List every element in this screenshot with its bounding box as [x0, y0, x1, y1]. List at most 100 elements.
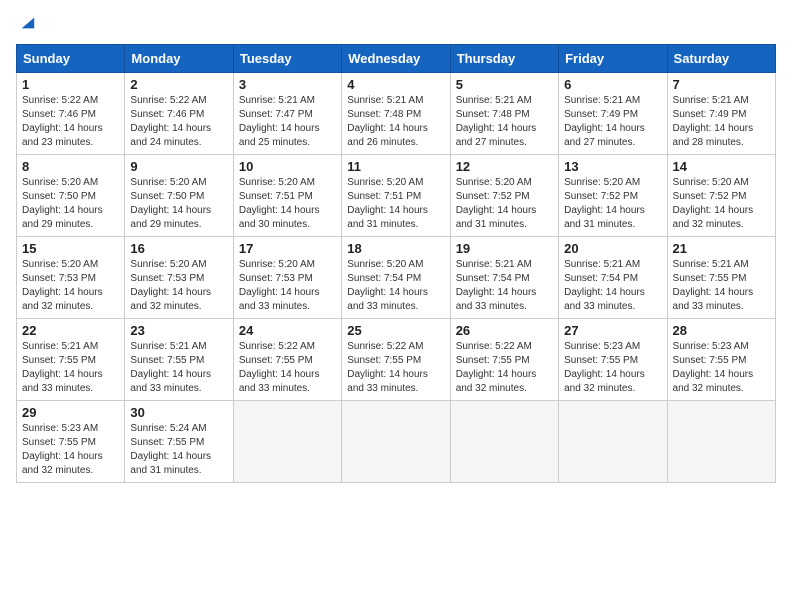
- day-number: 15: [22, 241, 119, 256]
- day-number: 25: [347, 323, 444, 338]
- day-info: Sunrise: 5:22 AMSunset: 7:55 PMDaylight:…: [239, 341, 320, 394]
- day-cell-28: 28 Sunrise: 5:23 AMSunset: 7:55 PMDaylig…: [667, 319, 775, 401]
- day-number: 28: [673, 323, 770, 338]
- logo: [16, 16, 36, 32]
- header-saturday: Saturday: [667, 45, 775, 73]
- day-info: Sunrise: 5:20 AMSunset: 7:54 PMDaylight:…: [347, 259, 428, 312]
- day-number: 13: [564, 159, 661, 174]
- calendar-week-row: 22 Sunrise: 5:21 AMSunset: 7:55 PMDaylig…: [17, 319, 776, 401]
- day-cell-16: 16 Sunrise: 5:20 AMSunset: 7:53 PMDaylig…: [125, 237, 233, 319]
- day-number: 24: [239, 323, 336, 338]
- day-info: Sunrise: 5:22 AMSunset: 7:55 PMDaylight:…: [456, 341, 537, 394]
- day-number: 20: [564, 241, 661, 256]
- day-number: 23: [130, 323, 227, 338]
- day-cell-23: 23 Sunrise: 5:21 AMSunset: 7:55 PMDaylig…: [125, 319, 233, 401]
- header-sunday: Sunday: [17, 45, 125, 73]
- header-friday: Friday: [559, 45, 667, 73]
- day-cell-1: 1 Sunrise: 5:22 AMSunset: 7:46 PMDayligh…: [17, 73, 125, 155]
- day-cell-5: 5 Sunrise: 5:21 AMSunset: 7:48 PMDayligh…: [450, 73, 558, 155]
- day-info: Sunrise: 5:20 AMSunset: 7:52 PMDaylight:…: [456, 177, 537, 230]
- calendar-week-row: 1 Sunrise: 5:22 AMSunset: 7:46 PMDayligh…: [17, 73, 776, 155]
- day-cell-27: 27 Sunrise: 5:23 AMSunset: 7:55 PMDaylig…: [559, 319, 667, 401]
- day-info: Sunrise: 5:20 AMSunset: 7:53 PMDaylight:…: [22, 259, 103, 312]
- day-cell-10: 10 Sunrise: 5:20 AMSunset: 7:51 PMDaylig…: [233, 155, 341, 237]
- day-info: Sunrise: 5:23 AMSunset: 7:55 PMDaylight:…: [673, 341, 754, 394]
- day-cell-14: 14 Sunrise: 5:20 AMSunset: 7:52 PMDaylig…: [667, 155, 775, 237]
- day-info: Sunrise: 5:21 AMSunset: 7:49 PMDaylight:…: [564, 95, 645, 148]
- day-number: 1: [22, 77, 119, 92]
- day-info: Sunrise: 5:21 AMSunset: 7:55 PMDaylight:…: [130, 341, 211, 394]
- day-info: Sunrise: 5:21 AMSunset: 7:49 PMDaylight:…: [673, 95, 754, 148]
- day-cell-6: 6 Sunrise: 5:21 AMSunset: 7:49 PMDayligh…: [559, 73, 667, 155]
- header-wednesday: Wednesday: [342, 45, 450, 73]
- day-info: Sunrise: 5:21 AMSunset: 7:55 PMDaylight:…: [673, 259, 754, 312]
- day-info: Sunrise: 5:20 AMSunset: 7:52 PMDaylight:…: [673, 177, 754, 230]
- day-number: 9: [130, 159, 227, 174]
- day-number: 16: [130, 241, 227, 256]
- day-number: 7: [673, 77, 770, 92]
- day-cell-26: 26 Sunrise: 5:22 AMSunset: 7:55 PMDaylig…: [450, 319, 558, 401]
- day-cell-7: 7 Sunrise: 5:21 AMSunset: 7:49 PMDayligh…: [667, 73, 775, 155]
- day-cell-11: 11 Sunrise: 5:20 AMSunset: 7:51 PMDaylig…: [342, 155, 450, 237]
- day-info: Sunrise: 5:20 AMSunset: 7:51 PMDaylight:…: [347, 177, 428, 230]
- day-cell-22: 22 Sunrise: 5:21 AMSunset: 7:55 PMDaylig…: [17, 319, 125, 401]
- day-number: 10: [239, 159, 336, 174]
- day-info: Sunrise: 5:20 AMSunset: 7:53 PMDaylight:…: [130, 259, 211, 312]
- day-number: 14: [673, 159, 770, 174]
- day-cell-18: 18 Sunrise: 5:20 AMSunset: 7:54 PMDaylig…: [342, 237, 450, 319]
- day-info: Sunrise: 5:23 AMSunset: 7:55 PMDaylight:…: [564, 341, 645, 394]
- logo-icon: [18, 14, 36, 32]
- day-info: Sunrise: 5:21 AMSunset: 7:47 PMDaylight:…: [239, 95, 320, 148]
- empty-day: [559, 401, 667, 483]
- day-cell-4: 4 Sunrise: 5:21 AMSunset: 7:48 PMDayligh…: [342, 73, 450, 155]
- day-number: 12: [456, 159, 553, 174]
- day-info: Sunrise: 5:23 AMSunset: 7:55 PMDaylight:…: [22, 423, 103, 476]
- day-cell-8: 8 Sunrise: 5:20 AMSunset: 7:50 PMDayligh…: [17, 155, 125, 237]
- day-info: Sunrise: 5:22 AMSunset: 7:55 PMDaylight:…: [347, 341, 428, 394]
- calendar-week-row: 8 Sunrise: 5:20 AMSunset: 7:50 PMDayligh…: [17, 155, 776, 237]
- empty-day: [450, 401, 558, 483]
- day-info: Sunrise: 5:21 AMSunset: 7:54 PMDaylight:…: [456, 259, 537, 312]
- day-info: Sunrise: 5:21 AMSunset: 7:48 PMDaylight:…: [347, 95, 428, 148]
- day-number: 5: [456, 77, 553, 92]
- day-info: Sunrise: 5:22 AMSunset: 7:46 PMDaylight:…: [22, 95, 103, 148]
- header-tuesday: Tuesday: [233, 45, 341, 73]
- calendar-header-row: SundayMondayTuesdayWednesdayThursdayFrid…: [17, 45, 776, 73]
- day-cell-17: 17 Sunrise: 5:20 AMSunset: 7:53 PMDaylig…: [233, 237, 341, 319]
- day-number: 30: [130, 405, 227, 420]
- calendar-table: SundayMondayTuesdayWednesdayThursdayFrid…: [16, 44, 776, 483]
- day-number: 2: [130, 77, 227, 92]
- day-info: Sunrise: 5:21 AMSunset: 7:48 PMDaylight:…: [456, 95, 537, 148]
- day-info: Sunrise: 5:24 AMSunset: 7:55 PMDaylight:…: [130, 423, 211, 476]
- day-info: Sunrise: 5:22 AMSunset: 7:46 PMDaylight:…: [130, 95, 211, 148]
- day-info: Sunrise: 5:20 AMSunset: 7:50 PMDaylight:…: [22, 177, 103, 230]
- day-cell-25: 25 Sunrise: 5:22 AMSunset: 7:55 PMDaylig…: [342, 319, 450, 401]
- day-info: Sunrise: 5:21 AMSunset: 7:54 PMDaylight:…: [564, 259, 645, 312]
- day-number: 29: [22, 405, 119, 420]
- page-header: [16, 16, 776, 32]
- empty-day: [667, 401, 775, 483]
- day-number: 19: [456, 241, 553, 256]
- day-number: 18: [347, 241, 444, 256]
- day-info: Sunrise: 5:20 AMSunset: 7:51 PMDaylight:…: [239, 177, 320, 230]
- day-number: 17: [239, 241, 336, 256]
- calendar-week-row: 15 Sunrise: 5:20 AMSunset: 7:53 PMDaylig…: [17, 237, 776, 319]
- calendar-week-row: 29 Sunrise: 5:23 AMSunset: 7:55 PMDaylig…: [17, 401, 776, 483]
- day-number: 8: [22, 159, 119, 174]
- day-cell-20: 20 Sunrise: 5:21 AMSunset: 7:54 PMDaylig…: [559, 237, 667, 319]
- day-cell-13: 13 Sunrise: 5:20 AMSunset: 7:52 PMDaylig…: [559, 155, 667, 237]
- day-cell-2: 2 Sunrise: 5:22 AMSunset: 7:46 PMDayligh…: [125, 73, 233, 155]
- day-number: 22: [22, 323, 119, 338]
- day-cell-29: 29 Sunrise: 5:23 AMSunset: 7:55 PMDaylig…: [17, 401, 125, 483]
- day-number: 4: [347, 77, 444, 92]
- day-info: Sunrise: 5:21 AMSunset: 7:55 PMDaylight:…: [22, 341, 103, 394]
- day-number: 6: [564, 77, 661, 92]
- day-number: 27: [564, 323, 661, 338]
- day-info: Sunrise: 5:20 AMSunset: 7:50 PMDaylight:…: [130, 177, 211, 230]
- day-info: Sunrise: 5:20 AMSunset: 7:52 PMDaylight:…: [564, 177, 645, 230]
- day-cell-15: 15 Sunrise: 5:20 AMSunset: 7:53 PMDaylig…: [17, 237, 125, 319]
- header-thursday: Thursday: [450, 45, 558, 73]
- day-cell-21: 21 Sunrise: 5:21 AMSunset: 7:55 PMDaylig…: [667, 237, 775, 319]
- header-monday: Monday: [125, 45, 233, 73]
- empty-day: [233, 401, 341, 483]
